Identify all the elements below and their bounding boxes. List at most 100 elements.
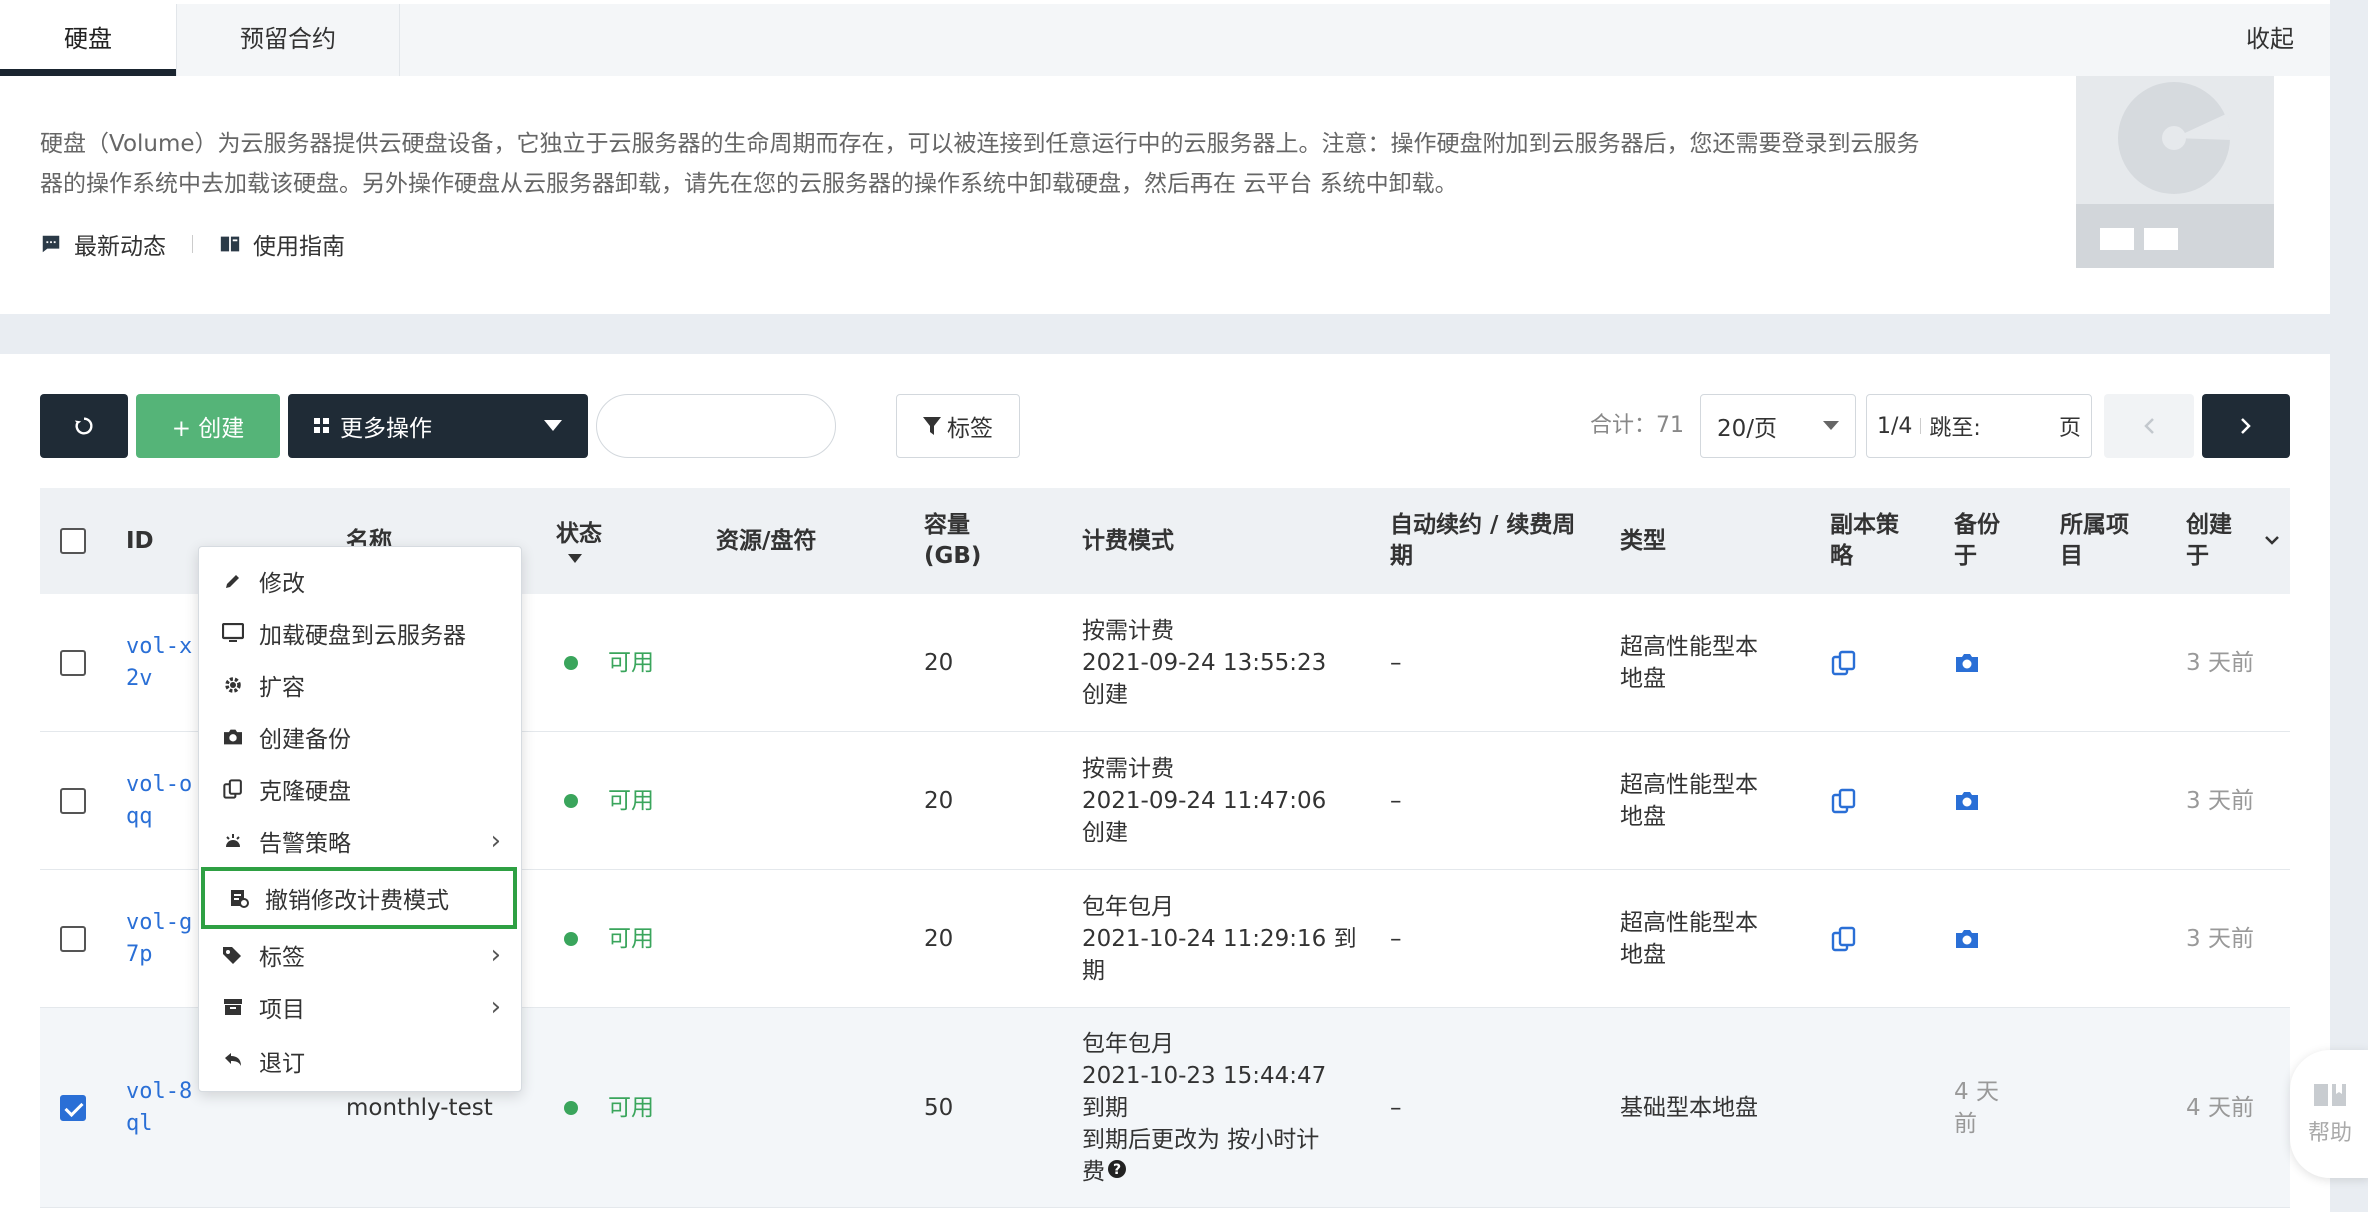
menu-item-tags[interactable]: 标签 › bbox=[199, 929, 521, 981]
camera-icon bbox=[221, 725, 245, 749]
page-unit: 页 bbox=[2058, 416, 2081, 441]
search-input[interactable] bbox=[596, 394, 836, 458]
news-link[interactable]: 最新动态 bbox=[40, 227, 166, 261]
menu-item-label: 修改 bbox=[259, 571, 305, 597]
volume-id-line1: vol-8 bbox=[126, 1078, 193, 1104]
caret-down-icon bbox=[1823, 421, 1839, 430]
billing-line: 2021-10-23 15:44:47 bbox=[1082, 1062, 1327, 1089]
grid-icon bbox=[314, 418, 329, 433]
col-renew: 自动续约 / 续费周期 bbox=[1390, 512, 1576, 569]
billing-info: 按需计费 2021-09-24 11:47:06 创建 bbox=[1082, 732, 1326, 869]
next-page-button[interactable] bbox=[2202, 394, 2290, 458]
billing-line: 2021-09-24 13:55:23 bbox=[1082, 649, 1327, 676]
collapse-button[interactable]: 收起 bbox=[2246, 4, 2294, 76]
created-value: 3 天前 bbox=[2186, 787, 2254, 814]
refresh-button[interactable] bbox=[40, 394, 128, 458]
select-all-checkbox[interactable] bbox=[60, 528, 86, 554]
tab-volumes[interactable]: 硬盘 bbox=[0, 4, 176, 76]
volume-id-line2: 2v bbox=[126, 665, 153, 691]
billing-line: 包年包月 bbox=[1082, 1030, 1174, 1057]
menu-item-label: 扩容 bbox=[259, 675, 305, 701]
status-text: 可用 bbox=[608, 1094, 654, 1121]
volume-description: 硬盘（Volume）为云服务器提供云硬盘设备，它独立于云服务器的生命周期而存在，… bbox=[40, 131, 1920, 197]
volume-id-line1: vol-o bbox=[126, 771, 193, 797]
menu-item-clone[interactable]: 克隆硬盘 bbox=[199, 763, 521, 815]
menu-item-revoke-billing-change[interactable]: 撤销修改计费模式 bbox=[201, 867, 517, 929]
volume-id-line2: qq bbox=[126, 803, 153, 829]
clone-icon[interactable] bbox=[1830, 870, 1858, 1007]
row-checkbox[interactable] bbox=[60, 925, 86, 952]
clone-icon[interactable] bbox=[1830, 594, 1858, 731]
monitor-icon bbox=[221, 621, 245, 645]
status-badge: 可用 bbox=[564, 1092, 654, 1124]
menu-item-backup[interactable]: 创建备份 bbox=[199, 711, 521, 763]
menu-item-attach[interactable]: 加载硬盘到云服务器 bbox=[199, 607, 521, 659]
volume-id-link[interactable]: vol-8 ql bbox=[126, 1008, 192, 1207]
pencil-icon bbox=[221, 569, 245, 593]
more-actions-label: 更多操作 bbox=[340, 416, 432, 442]
billing-line: 按需计费 bbox=[1082, 617, 1174, 644]
billing-line: 按需计费 bbox=[1082, 755, 1174, 782]
volume-id-link[interactable]: vol-g 7p bbox=[126, 870, 192, 1007]
volume-id-link[interactable]: vol-o qq bbox=[126, 732, 192, 869]
col-replica: 副本策略 bbox=[1830, 512, 1899, 569]
row-checkbox[interactable] bbox=[60, 649, 86, 676]
capacity-value: 20 bbox=[924, 787, 954, 814]
camera-icon[interactable] bbox=[1954, 870, 1980, 1007]
status-text: 可用 bbox=[608, 925, 654, 952]
filter-icon bbox=[923, 417, 941, 435]
col-resource: 资源/盘符 bbox=[716, 527, 817, 554]
status-badge: 可用 bbox=[564, 923, 654, 955]
page-size-select[interactable]: 20/页 bbox=[1700, 394, 1856, 458]
row-checkbox[interactable] bbox=[60, 787, 86, 814]
chevron-right-icon: › bbox=[490, 992, 501, 1022]
chevron-right-icon: › bbox=[490, 826, 501, 856]
camera-icon[interactable] bbox=[1954, 732, 1980, 869]
tag-filter-button[interactable]: 标签 bbox=[896, 394, 1020, 458]
prev-page-button[interactable] bbox=[2104, 394, 2194, 458]
chevron-right-icon bbox=[2241, 418, 2251, 434]
alarm-icon bbox=[221, 829, 245, 853]
status-badge: 可用 bbox=[564, 647, 654, 679]
menu-item-project[interactable]: 项目 › bbox=[199, 981, 521, 1033]
volume-id-line1: vol-x bbox=[126, 633, 193, 659]
caret-down-icon bbox=[544, 420, 562, 431]
capacity-value: 20 bbox=[924, 925, 954, 952]
chevron-down-icon bbox=[2265, 536, 2279, 545]
volume-id-link[interactable]: vol-x 2v bbox=[126, 594, 192, 731]
tab-bar: 硬盘 预留合约 收起 bbox=[0, 4, 2330, 76]
menu-item-label: 创建备份 bbox=[259, 727, 351, 753]
col-capacity: 容量 (GB) bbox=[924, 512, 982, 569]
tag-filter-label: 标签 bbox=[947, 416, 993, 442]
question-circle-icon[interactable]: ? bbox=[1107, 1156, 1127, 1188]
page-jumper[interactable]: 1/4 跳至: 页 bbox=[1866, 394, 2092, 458]
menu-item-unsubscribe[interactable]: 退订 bbox=[199, 1035, 521, 1087]
column-settings-chevron[interactable] bbox=[2264, 488, 2280, 594]
chevron-left-icon bbox=[2144, 418, 2154, 434]
tab-reserved-contract[interactable]: 预留合约 bbox=[176, 4, 400, 76]
col-status[interactable]: 状态 bbox=[556, 488, 602, 594]
volume-id-line2: ql bbox=[126, 1110, 153, 1136]
col-project: 所属项目 bbox=[2060, 512, 2129, 569]
select-all-cell bbox=[60, 488, 86, 594]
billing-info: 按需计费 2021-09-24 13:55:23 创建 bbox=[1082, 594, 1326, 731]
menu-item-label: 撤销修改计费模式 bbox=[265, 888, 449, 914]
guide-link[interactable]: 使用指南 bbox=[219, 227, 345, 261]
intro-card: 硬盘 预留合约 收起 硬盘（Volume）为云服务器提供云硬盘设备，它独立于云服… bbox=[0, 0, 2330, 314]
gear-icon bbox=[221, 673, 245, 697]
menu-item-edit[interactable]: 修改 bbox=[199, 555, 521, 607]
create-button[interactable]: + 创建 bbox=[136, 394, 280, 458]
row-checkbox[interactable] bbox=[60, 1094, 86, 1121]
help-button[interactable]: 帮助 bbox=[2290, 1050, 2368, 1178]
camera-icon[interactable] bbox=[1954, 594, 1980, 731]
type-value: 基础型本地盘 bbox=[1620, 1094, 1758, 1121]
renew-value: – bbox=[1390, 649, 1402, 676]
menu-item-alarm-policy[interactable]: 告警策略 › bbox=[199, 815, 521, 867]
billing-line: 2021-09-24 11:47:06 bbox=[1082, 787, 1327, 814]
clone-icon[interactable] bbox=[1830, 732, 1858, 869]
more-actions-dropdown[interactable]: 更多操作 bbox=[288, 394, 588, 458]
renew-value: – bbox=[1390, 925, 1402, 952]
menu-item-expand[interactable]: 扩容 bbox=[199, 659, 521, 711]
billing-info: 包年包月 2021-10-23 15:44:47 到期 到期后更改为 按小时计 … bbox=[1082, 1008, 1326, 1207]
svg-text:?: ? bbox=[1113, 1162, 1121, 1178]
